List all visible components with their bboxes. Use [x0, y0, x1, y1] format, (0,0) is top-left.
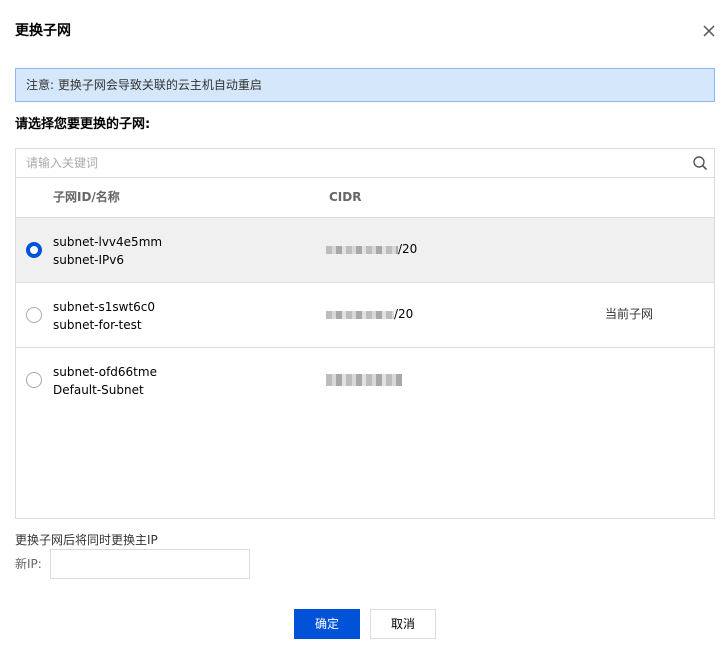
column-header-name: 子网ID/名称 — [53, 190, 120, 204]
search-box — [15, 148, 715, 178]
radio-button[interactable] — [26, 372, 42, 388]
redacted-cidr — [326, 310, 394, 319]
cidr-suffix: /20 — [398, 242, 418, 256]
search-icon[interactable] — [692, 155, 708, 171]
new-ip-label: 新IP: — [15, 557, 42, 571]
close-icon[interactable] — [699, 21, 719, 41]
subnet-table: 子网ID/名称 CIDR subnet-lvv4e5mm subnet-IPv6… — [15, 178, 715, 519]
subnet-name-cell: subnet-ofd66tme Default-Subnet — [53, 363, 157, 399]
table-row[interactable]: subnet-s1swt6c0 subnet-for-test /20 当前子网 — [16, 283, 714, 348]
column-header-cidr: CIDR — [329, 190, 362, 204]
radio-button[interactable] — [26, 242, 42, 258]
notice-banner: 注意: 更换子网会导致关联的云主机自动重启 — [15, 68, 715, 102]
cidr-suffix: /20 — [394, 307, 414, 321]
section-label: 请选择您要更换的子网: — [15, 117, 151, 132]
table-row[interactable]: subnet-ofd66tme Default-Subnet — [16, 348, 714, 413]
redacted-cidr — [326, 245, 398, 254]
current-subnet-tag: 当前子网 — [605, 307, 654, 321]
subnet-id: subnet-ofd66tme — [53, 365, 157, 379]
subnet-name-cell: subnet-lvv4e5mm subnet-IPv6 — [53, 233, 162, 269]
search-input[interactable] — [16, 149, 676, 177]
change-subnet-dialog: 更换子网 注意: 更换子网会导致关联的云主机自动重启 请选择您要更换的子网: 子… — [0, 0, 724, 651]
change-ip-note: 更换子网后将同时更换主IP — [15, 533, 158, 547]
notice-text: 注意: 更换子网会导致关联的云主机自动重启 — [26, 78, 262, 92]
confirm-button[interactable]: 确定 — [294, 609, 360, 639]
subnet-name-cell: subnet-s1swt6c0 subnet-for-test — [53, 298, 155, 334]
subnet-id: subnet-lvv4e5mm — [53, 235, 163, 249]
table-row[interactable]: subnet-lvv4e5mm subnet-IPv6 /20 — [16, 218, 714, 283]
subnet-name: subnet-IPv6 — [53, 253, 125, 267]
cidr-cell — [326, 372, 402, 386]
redacted-cidr — [326, 373, 402, 386]
new-ip-input[interactable] — [50, 549, 250, 579]
cidr-cell: /20 — [326, 242, 417, 256]
radio-button[interactable] — [26, 307, 42, 323]
cidr-cell: /20 — [326, 307, 413, 321]
subnet-id: subnet-s1swt6c0 — [53, 300, 156, 314]
subnet-name: subnet-for-test — [53, 318, 142, 332]
table-header: 子网ID/名称 CIDR — [16, 178, 714, 218]
dialog-title: 更换子网 — [15, 23, 71, 39]
subnet-name: Default-Subnet — [53, 383, 144, 397]
cancel-button[interactable]: 取消 — [370, 609, 436, 639]
